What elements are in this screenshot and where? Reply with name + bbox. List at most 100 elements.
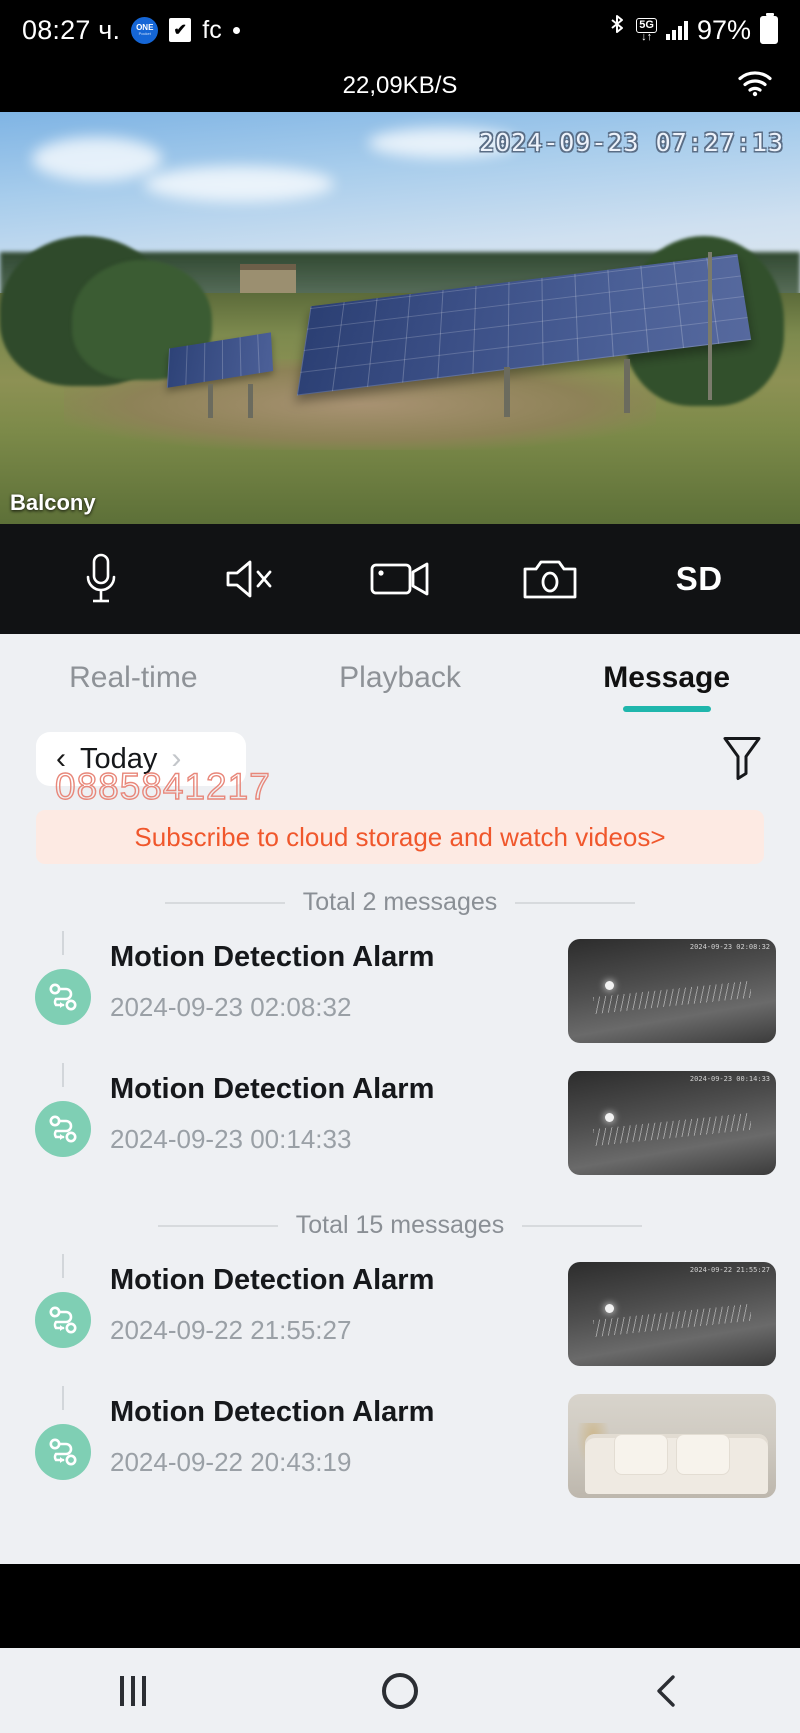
list-item[interactable]: Motion Detection Alarm 2024-09-23 02:08:… [0, 923, 800, 1055]
message-list-section-1: Motion Detection Alarm 2024-09-23 02:08:… [0, 923, 800, 1187]
cushion-shape [676, 1433, 731, 1476]
timeline-line [62, 1254, 64, 1278]
status-bar-right: 5G ↓↑ 97% [607, 13, 778, 46]
network-speed-text: 22,09KB/S [342, 72, 458, 99]
message-list-section-2: Motion Detection Alarm 2024-09-22 21:55:… [0, 1246, 800, 1510]
shed-structure [240, 264, 296, 294]
date-label: Today [80, 742, 158, 775]
list-item[interactable]: Motion Detection Alarm 2024-09-22 20:43:… [0, 1378, 800, 1510]
light-spot [605, 1112, 615, 1122]
cloud-storage-banner-text: Subscribe to cloud storage and watch vid… [134, 821, 666, 852]
section-divider: Total 2 messages [0, 888, 800, 917]
status-bar-left: 08:27 ч. ONE Pocket ✔ fc [22, 15, 240, 46]
message-thumbnail[interactable]: 2024-09-23 02:08:32 [568, 939, 776, 1043]
cloud-storage-banner[interactable]: Subscribe to cloud storage and watch vid… [36, 810, 764, 864]
tab-playback[interactable]: Playback [267, 634, 534, 722]
cloud-shape [32, 136, 162, 181]
timeline-line [62, 1063, 64, 1087]
tab-message[interactable]: Message [533, 634, 800, 722]
one-pocket-icon: ONE Pocket [131, 16, 159, 44]
filter-icon[interactable] [720, 733, 764, 786]
tab-real-time[interactable]: Real-time [0, 634, 267, 722]
microphone-button[interactable] [53, 540, 149, 618]
signal-bars-icon [665, 20, 688, 40]
message-thumbnail[interactable] [568, 1394, 776, 1498]
divider-line-right [515, 901, 636, 904]
network-arrows-icon: ↓↑ [641, 30, 653, 43]
fc-app-icon: fc [202, 15, 222, 44]
next-day-button[interactable]: › [171, 744, 181, 774]
panel-post [624, 359, 630, 414]
message-body: Motion Detection Alarm 2024-09-23 02:08:… [110, 931, 568, 1023]
motion-route-icon [35, 1424, 91, 1480]
motion-route-icon [35, 969, 91, 1025]
thumbnail-timestamp: 2024-09-23 02:08:32 [689, 943, 770, 951]
message-thumbnail[interactable]: 2024-09-22 21:55:27 [568, 1262, 776, 1366]
wifi-icon [738, 71, 772, 102]
message-body: Motion Detection Alarm 2024-09-22 20:43:… [110, 1386, 568, 1478]
camera-controls-bar: SD [0, 524, 800, 634]
message-title: Motion Detection Alarm [110, 1396, 435, 1428]
utility-pole [708, 252, 712, 401]
message-panel: ‹ Today › 0885841217 Subscribe to cloud … [0, 722, 800, 1564]
divider-line-right [522, 1224, 643, 1227]
home-button[interactable] [340, 1661, 460, 1721]
motion-route-icon [35, 1101, 91, 1157]
checkbox-icon: ✔ [169, 18, 192, 42]
divider-line-left [157, 1224, 278, 1227]
panel-post [504, 367, 510, 418]
snapshot-button[interactable] [502, 540, 598, 618]
battery-percent: 97% [696, 14, 751, 45]
back-button[interactable] [607, 1661, 727, 1721]
message-body: Motion Detection Alarm 2024-09-22 21:55:… [110, 1254, 568, 1346]
cushion-shape [613, 1433, 668, 1476]
section-count-label: Total 2 messages [302, 888, 498, 916]
camera-live-view[interactable]: 2024-09-23 07:27:13 Balcony [0, 112, 800, 524]
message-timestamp: 2024-09-22 21:55:27 [110, 1315, 352, 1345]
message-title: Motion Detection Alarm [110, 1073, 435, 1105]
recent-apps-button[interactable] [73, 1661, 193, 1721]
clock: 08:27 ч. [22, 14, 121, 45]
panel-post [248, 383, 253, 418]
thumbnail-timestamp: 2024-09-23 00:14:33 [689, 1075, 770, 1083]
thumbnail-timestamp: 2024-09-22 21:55:27 [689, 1266, 770, 1274]
one-badge-bottom: Pocket [138, 31, 151, 36]
timeline-line [62, 931, 64, 955]
message-body: Motion Detection Alarm 2024-09-23 00:14:… [110, 1063, 568, 1155]
speaker-mute-button[interactable] [202, 540, 298, 618]
message-timestamp: 2024-09-22 20:43:19 [110, 1447, 352, 1477]
motion-route-icon [35, 1292, 91, 1348]
battery-icon [760, 13, 778, 44]
section-tabs: Real-time Playback Message [0, 634, 800, 722]
video-timestamp: 2024-09-23 07:27:13 [479, 128, 784, 157]
record-video-button[interactable] [352, 540, 448, 618]
prev-day-button[interactable]: ‹ [56, 744, 66, 774]
section-count-label: Total 15 messages [295, 1211, 505, 1239]
bluetooth-icon [607, 14, 627, 46]
message-timestamp: 2024-09-23 00:14:33 [110, 1124, 352, 1154]
message-thumbnail[interactable]: 2024-09-23 00:14:33 [568, 1071, 776, 1175]
status-bar: 08:27 ч. ONE Pocket ✔ fc 5G ↓↑ 97% [0, 0, 800, 60]
quality-sd-button[interactable]: SD [651, 540, 747, 618]
back-icon [656, 1674, 675, 1707]
light-spot [605, 980, 615, 990]
divider-line-left [164, 901, 285, 904]
panel-post [208, 383, 213, 418]
section-divider: Total 15 messages [0, 1211, 800, 1240]
network-type-icon: 5G ↓↑ [636, 17, 657, 43]
message-title: Motion Detection Alarm [110, 941, 435, 973]
dot-icon [232, 26, 240, 34]
android-navigation-bar [0, 1648, 800, 1733]
list-item[interactable]: Motion Detection Alarm 2024-09-22 21:55:… [0, 1246, 800, 1378]
date-filter-row: ‹ Today › 0885841217 [0, 722, 800, 808]
recent-apps-icon [120, 1675, 147, 1706]
message-timestamp: 2024-09-23 02:08:32 [110, 992, 352, 1022]
date-picker[interactable]: ‹ Today › [36, 732, 246, 786]
light-spot [605, 1303, 615, 1313]
message-title: Motion Detection Alarm [110, 1264, 435, 1296]
network-speed-bar: 22,09KB/S [0, 60, 800, 112]
home-icon [381, 1672, 418, 1709]
list-item[interactable]: Motion Detection Alarm 2024-09-23 00:14:… [0, 1055, 800, 1187]
timeline-line [62, 1386, 64, 1410]
cloud-shape [144, 165, 334, 202]
